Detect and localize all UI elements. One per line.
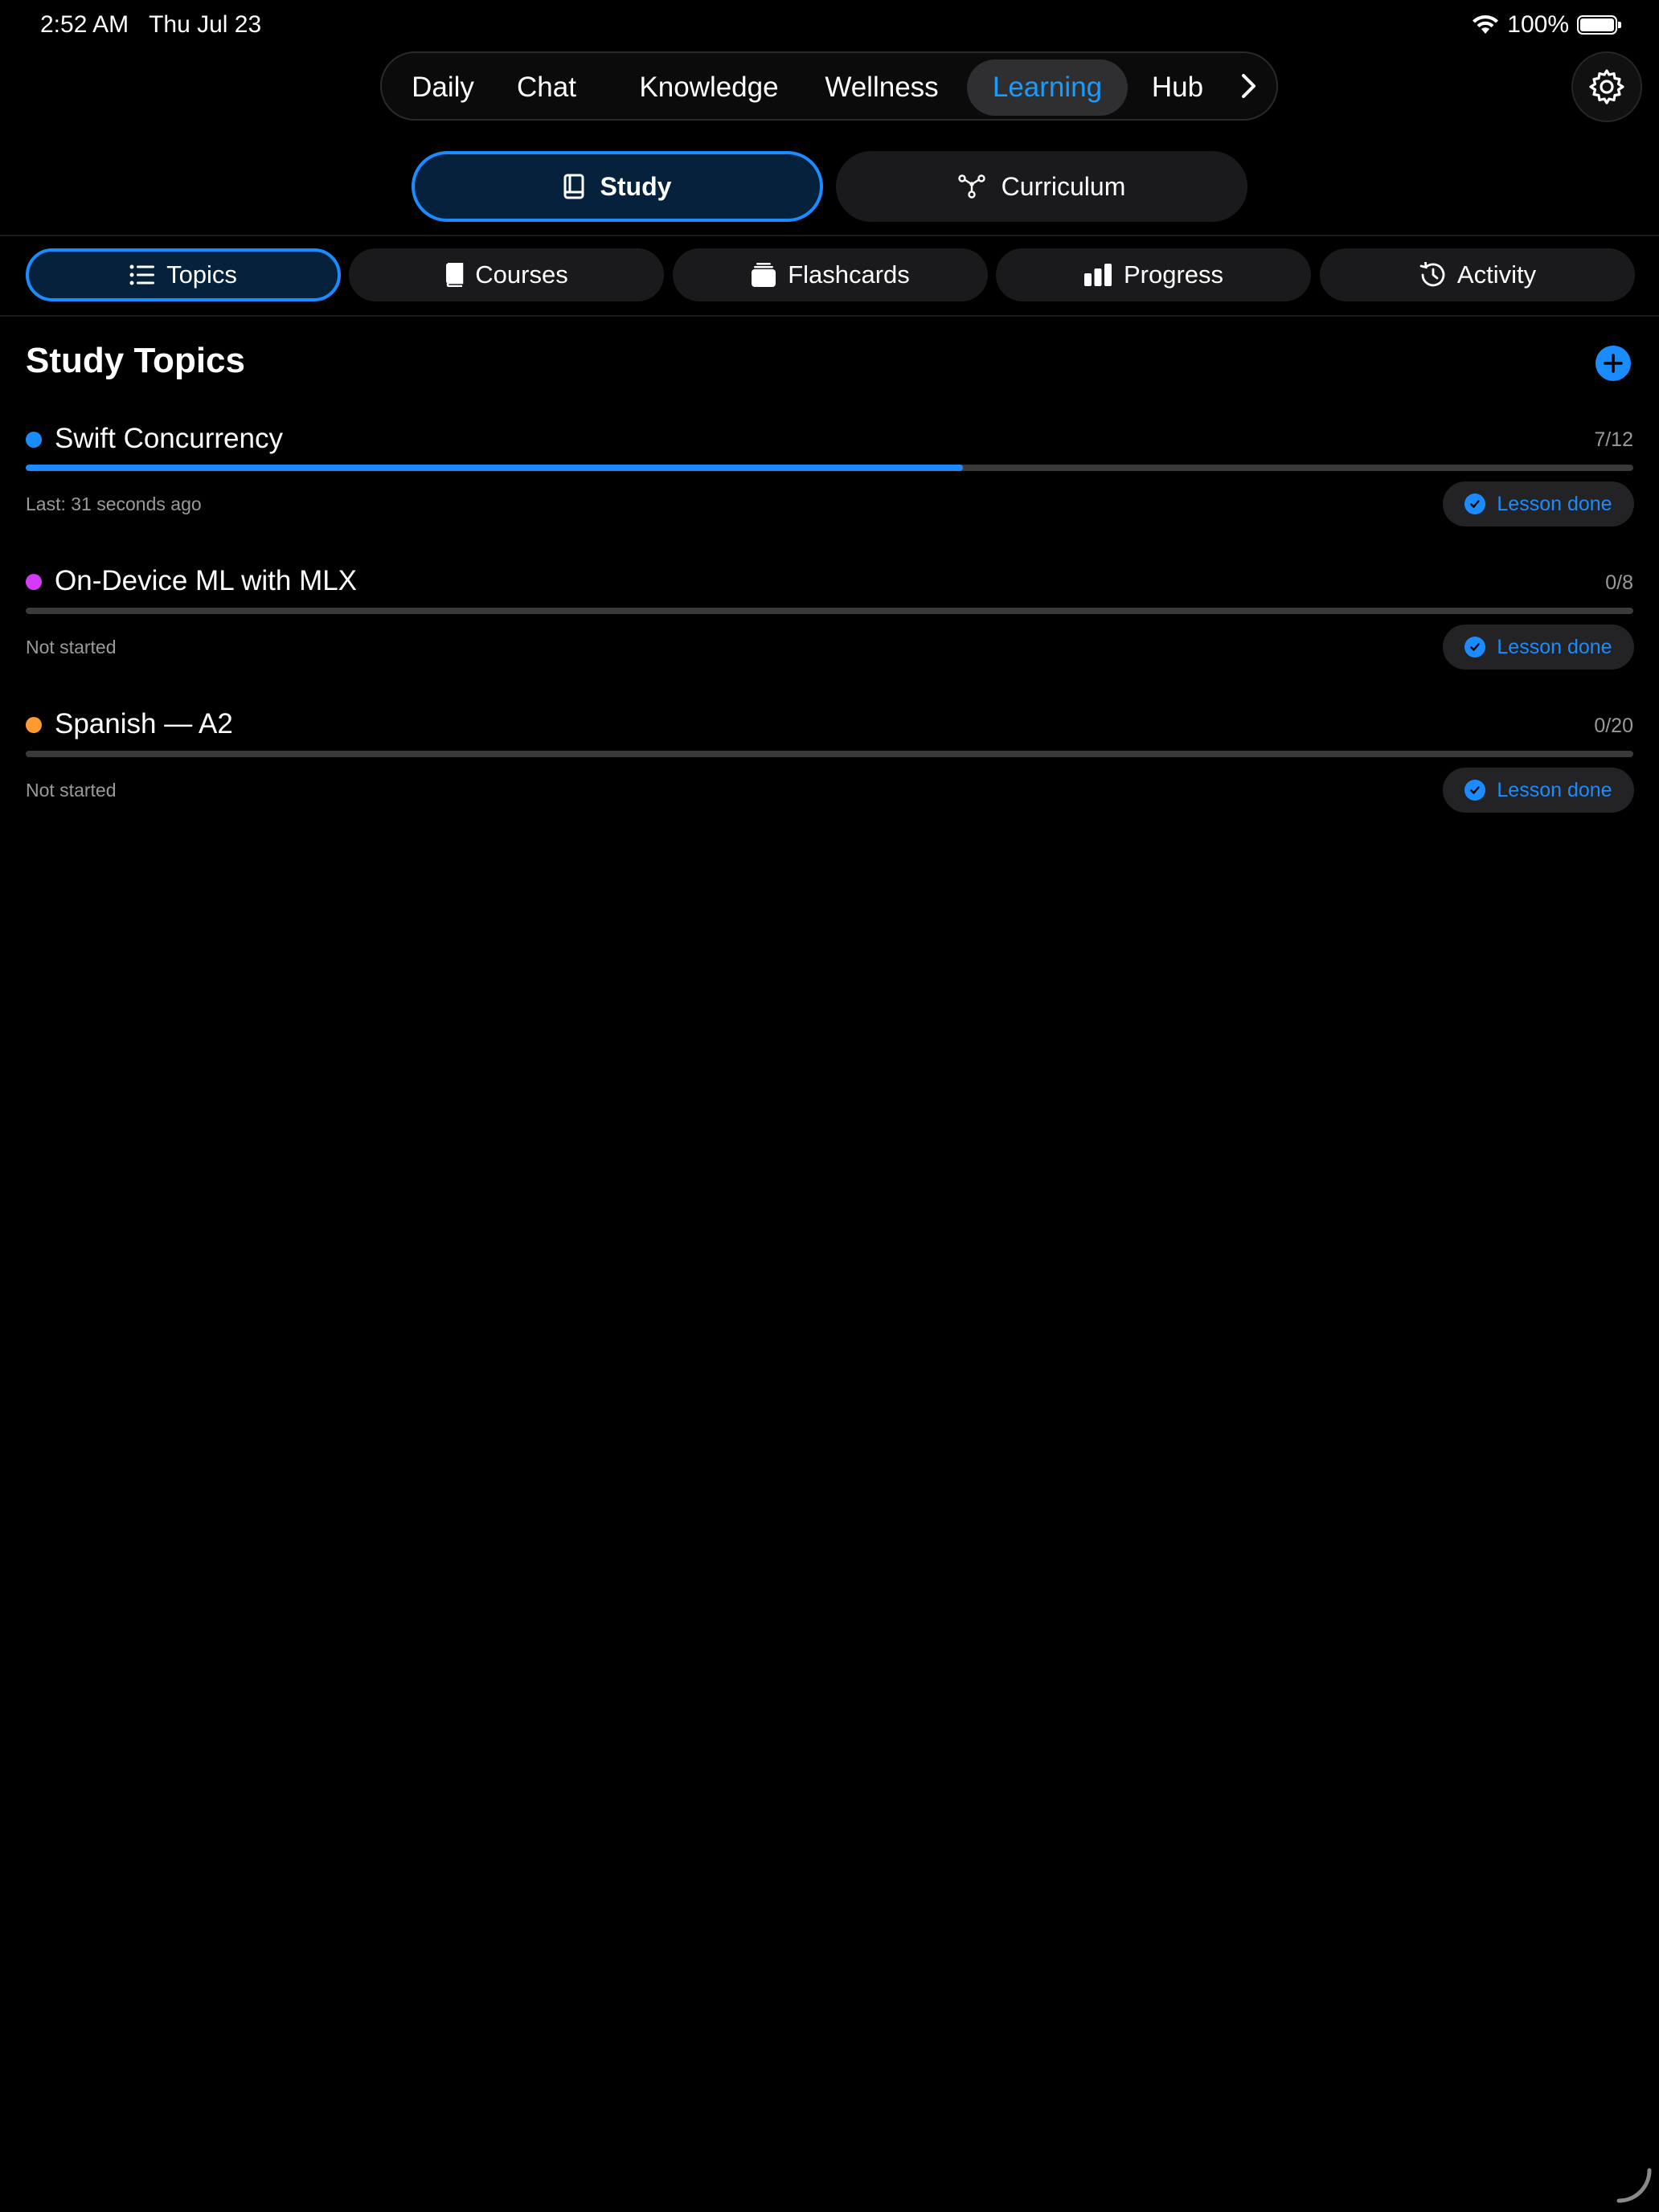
chevron-right-icon[interactable] <box>1230 68 1267 104</box>
top-nav: Daily Chat Knowledge Wellness Learning H… <box>380 51 1278 121</box>
topic-count: 0/20 <box>1594 715 1633 737</box>
tab-daily[interactable]: Daily <box>401 59 485 116</box>
study-label: Study <box>600 171 672 201</box>
lesson-done-label: Lesson done <box>1497 492 1612 515</box>
divider <box>0 315 1659 317</box>
status-date: Thu Jul 23 <box>149 11 262 38</box>
topic-progress-track <box>26 608 1633 614</box>
status-indicators: 100% <box>1472 11 1621 39</box>
curriculum-segment-button[interactable]: Curriculum <box>836 151 1247 222</box>
subtab-flashcards[interactable]: Flashcards <box>673 248 988 301</box>
study-segment-button[interactable]: Study <box>412 151 823 222</box>
topic-color-dot <box>26 432 42 448</box>
topic-title: Swift Concurrency <box>55 423 283 454</box>
battery-percent: 100% <box>1507 11 1569 38</box>
tab-wellness[interactable]: Wellness <box>821 59 943 116</box>
lesson-done-button[interactable]: Lesson done <box>1443 481 1634 526</box>
checkmark-circle-icon <box>1464 494 1486 514</box>
status-clock: 2:52 AM <box>40 11 129 38</box>
graph-nodes-icon <box>957 174 985 199</box>
topic-count: 7/12 <box>1594 428 1633 451</box>
checkmark-circle-icon <box>1464 780 1486 801</box>
tab-chat[interactable]: Chat <box>514 59 580 116</box>
subtab-progress-label: Progress <box>1123 260 1224 289</box>
book-icon <box>563 174 584 199</box>
subtab-courses[interactable]: Courses <box>349 248 664 301</box>
lesson-done-label: Lesson done <box>1497 778 1612 801</box>
topic-title: On-Device ML with MLX <box>55 565 358 596</box>
wifi-icon <box>1473 15 1499 34</box>
divider <box>0 235 1659 236</box>
history-clock-icon <box>1419 262 1445 287</box>
topic-title: Spanish — A2 <box>55 708 233 739</box>
corner-indicator-icon <box>1616 2168 1652 2203</box>
gear-icon <box>1589 69 1624 104</box>
status-time: 2:52 AM Thu Jul 23 <box>40 11 261 39</box>
topic-status: Last: 31 seconds ago <box>26 494 202 514</box>
settings-button[interactable] <box>1571 51 1642 122</box>
topic-progress-bar <box>26 465 963 471</box>
add-topic-button[interactable] <box>1596 346 1631 381</box>
topic-color-dot <box>26 574 42 590</box>
tab-knowledge[interactable]: Knowledge <box>636 59 782 116</box>
tab-learning[interactable]: Learning <box>967 59 1128 116</box>
subtab-topics-label: Topics <box>166 260 237 289</box>
subtab-progress[interactable]: Progress <box>996 248 1311 301</box>
plus-icon <box>1604 354 1623 373</box>
topic-color-dot <box>26 717 42 733</box>
card-stack-icon <box>752 263 776 287</box>
topic-progress-track <box>26 465 1633 471</box>
topic-progress-track <box>26 751 1633 757</box>
topic-status: Not started <box>26 780 117 801</box>
topic-count: 0/8 <box>1605 571 1633 594</box>
list-icon <box>129 264 155 285</box>
subtab-activity[interactable]: Activity <box>1320 248 1635 301</box>
subtab-activity-label: Activity <box>1456 260 1537 289</box>
subtab-topics[interactable]: Topics <box>26 248 341 301</box>
lesson-done-label: Lesson done <box>1497 635 1612 658</box>
subtab-courses-label: Courses <box>475 260 568 289</box>
bar-chart-icon <box>1083 264 1112 286</box>
topic-status: Not started <box>26 637 117 657</box>
checkmark-circle-icon <box>1464 637 1486 657</box>
subtab-flashcards-label: Flashcards <box>788 260 910 289</box>
curriculum-label: Curriculum <box>1001 171 1126 201</box>
tab-hub[interactable]: Hub <box>1147 59 1208 116</box>
book-closed-icon <box>446 263 464 287</box>
battery-icon <box>1577 15 1621 35</box>
lesson-done-button[interactable]: Lesson done <box>1443 768 1634 813</box>
section-title: Study Topics <box>26 341 245 380</box>
lesson-done-button[interactable]: Lesson done <box>1443 625 1634 670</box>
